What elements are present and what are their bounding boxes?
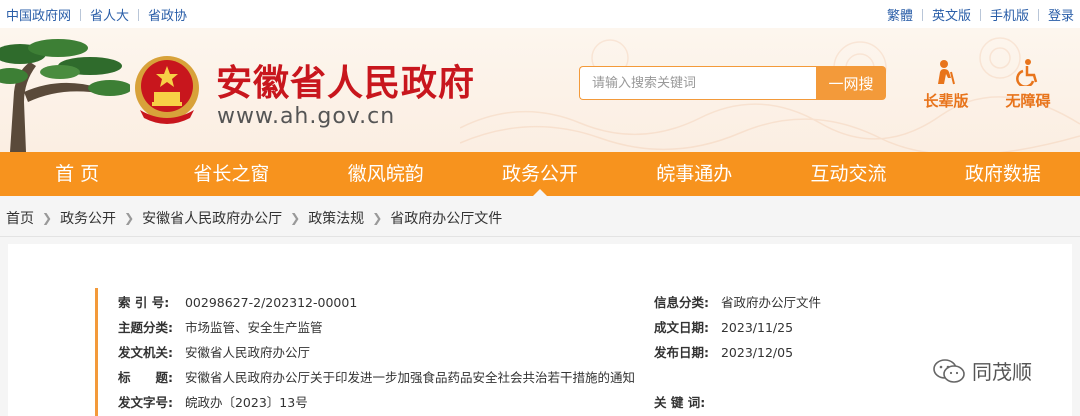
nav-item-government-data[interactable]: 政府数据 [926,152,1080,196]
breadcrumb-item[interactable]: 政务公开 [60,208,116,228]
wechat-watermark: 同茂顺 [932,356,1032,385]
document-panel: 索 引 号: 00298627-2/202312-00001 信息分类: 省政府… [8,244,1072,416]
meta-label: 主题分类: [118,320,173,335]
breadcrumb-item[interactable]: 政策法规 [308,208,364,228]
link-provincial-cppcc[interactable]: 省政协 [148,5,187,24]
accessibility-button[interactable]: 无障碍 [998,58,1058,111]
chevron-right-icon: ❯ [372,211,383,225]
breadcrumb-item[interactable]: 首页 [6,208,34,228]
meta-row-date-made: 成文日期: 2023/11/25 [654,317,793,336]
meta-value: 皖政办〔2023〕13号 [184,395,308,410]
link-gov-cn[interactable]: 中国政府网 [6,5,71,24]
meta-row-index: 索 引 号: 00298627-2/202312-00001 [118,292,357,311]
meta-value: 2023/12/05 [720,345,794,360]
link-english[interactable]: 英文版 [932,5,971,24]
national-emblem-icon [135,56,199,124]
breadcrumb-item[interactable]: 安徽省人民政府办公厅 [142,208,282,228]
link-traditional-chinese[interactable]: 繁體 [887,5,913,24]
watermark-text: 同茂顺 [972,360,1032,384]
accessibility-label: 无障碍 [1005,92,1051,110]
top-bar: 中国政府网 省人大 省政协 繁體 英文版 手机版 登录 [0,0,1080,28]
divider [979,8,981,21]
search-button[interactable]: 一网搜 [816,66,886,100]
chevron-right-icon: ❯ [124,211,135,225]
meta-value: 安徽省人民政府办公厅 [184,345,310,360]
divider [0,236,1080,237]
nav-item-interaction[interactable]: 互动交流 [771,152,925,196]
meta-row-category: 信息分类: 省政府办公厅文件 [654,292,821,311]
search-input[interactable] [579,66,817,100]
divider [1037,8,1039,21]
elder-mode-button[interactable]: 长辈版 [916,58,976,111]
meta-row-issuer: 发文机关: 安徽省人民政府办公厅 [118,342,310,361]
nav-item-huizhou-culture[interactable]: 徽风皖韵 [309,152,463,196]
meta-row-publish-date: 发布日期: 2023/12/05 [654,342,793,361]
site-url: www.ah.gov.cn [217,104,396,129]
divider [80,8,82,21]
site-title: 安徽省人民政府 [216,63,476,104]
header-banner: 安徽省人民政府 www.ah.gov.cn 一网搜 长辈版 无障碍 [0,28,1080,152]
link-mobile[interactable]: 手机版 [990,5,1029,24]
document-metadata: 索 引 号: 00298627-2/202312-00001 信息分类: 省政府… [95,288,995,416]
meta-label: 发布日期: [654,345,709,360]
chevron-right-icon: ❯ [290,211,301,225]
nav-item-home[interactable]: 首 页 [0,152,154,196]
meta-row-title: 标 题: 安徽省人民政府办公厅关于印发进一步加强食品药品安全社会共治若干措施的通… [118,367,635,386]
elder-mode-label: 长辈版 [923,92,969,110]
meta-row-doc-number: 发文字号: 皖政办〔2023〕13号 [118,392,308,411]
meta-value: 省政府办公厅文件 [720,295,821,310]
meta-value: 2023/11/25 [720,320,794,335]
search-box: 一网搜 [579,66,886,100]
meta-row-keywords: 关 键 词: [654,392,717,411]
link-provincial-congress[interactable]: 省人大 [90,5,129,24]
wechat-icon [933,358,965,383]
divider [921,8,923,21]
nav-item-government-affairs[interactable]: 政务公开 [463,152,617,196]
pine-tree-graphic [0,39,130,152]
nav-item-services[interactable]: 皖事通办 [617,152,771,196]
meta-label: 发文机关: [118,345,173,360]
meta-label: 成文日期: [654,320,709,335]
nav-item-governor-window[interactable]: 省长之窗 [154,152,308,196]
breadcrumb-item[interactable]: 省政府办公厅文件 [390,208,502,228]
wheelchair-icon [1016,59,1038,86]
divider [138,8,140,21]
elderly-person-icon [938,60,955,85]
meta-label: 发文字号: [118,395,173,410]
meta-label: 关 键 词: [654,395,706,410]
breadcrumb: 首页 ❯ 政务公开 ❯ 安徽省人民政府办公厅 ❯ 政策法规 ❯ 省政府办公厅文件 [6,208,502,228]
meta-label: 标 题: [118,370,173,385]
link-login[interactable]: 登录 [1048,5,1074,24]
meta-row-topic: 主题分类: 市场监管、安全生产监管 [118,317,323,336]
meta-value: 00298627-2/202312-00001 [184,295,358,310]
meta-value: 市场监管、安全生产监管 [184,320,323,335]
meta-label: 索 引 号: [118,295,170,310]
meta-label: 信息分类: [654,295,709,310]
main-nav: 首 页 省长之窗 徽风皖韵 政务公开 皖事通办 互动交流 政府数据 [0,152,1080,196]
chevron-right-icon: ❯ [42,211,53,225]
meta-value: 安徽省人民政府办公厅关于印发进一步加强食品药品安全社会共治若干措施的通知 [184,370,635,385]
